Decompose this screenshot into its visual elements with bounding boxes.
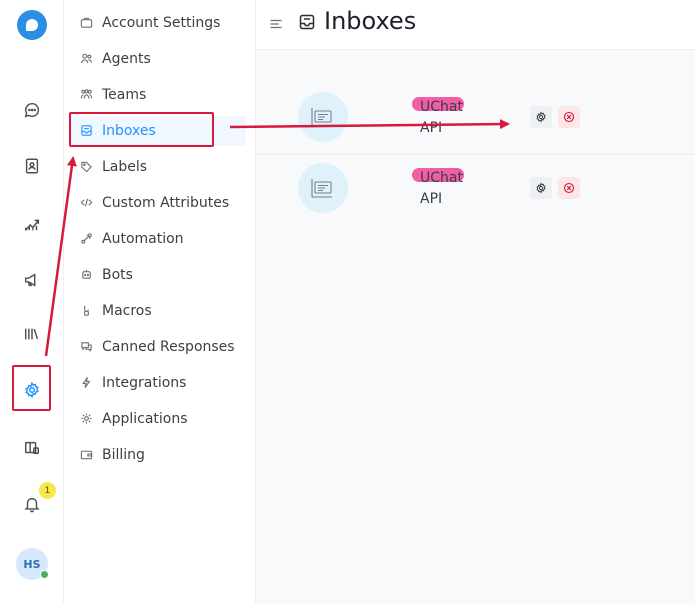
chat-bubbles-icon [80, 340, 94, 354]
library-icon[interactable] [14, 316, 50, 352]
team-icon [80, 88, 94, 102]
sidebar-item-label: Labels [102, 159, 148, 175]
table-row: UChat API [256, 154, 695, 224]
sidebar-item-integrations[interactable]: Integrations [80, 370, 186, 396]
code-icon [80, 196, 94, 210]
inbox-channel-type: API [420, 120, 443, 136]
sidebar-item-label: Automation [102, 231, 184, 247]
macro-icon [80, 304, 94, 318]
tag-icon [80, 160, 94, 174]
sidebar-item-account-settings[interactable]: Account Settings [80, 10, 220, 36]
sidebar-item-macros[interactable]: Macros [80, 298, 152, 324]
campaigns-icon[interactable] [14, 262, 50, 298]
sidebar-item-label: Canned Responses [102, 339, 235, 355]
sidebar-item-applications[interactable]: Applications [80, 406, 188, 432]
dashboard-apps-icon[interactable] [14, 430, 50, 466]
inbox-delete-button[interactable] [558, 177, 580, 199]
apps-icon [80, 412, 94, 426]
inbox-channel-type: API [420, 191, 443, 207]
contacts-icon[interactable] [14, 148, 50, 184]
inboxes-annotation-box [69, 112, 214, 147]
page-title: Inboxes [324, 7, 417, 35]
notification-count-badge: 1 [39, 482, 56, 499]
bot-icon [80, 268, 94, 282]
primary-nav-rail: 1 HS [0, 0, 64, 604]
flash-icon [80, 376, 94, 390]
inboxes-list: UChat API UChat API [256, 50, 695, 604]
sidebar-item-label: Integrations [102, 375, 187, 391]
inbox-title-icon [298, 13, 316, 31]
briefcase-icon [80, 16, 94, 30]
table-row: UChat API [256, 83, 695, 153]
sidebar-item-custom-attributes[interactable]: Custom Attributes [80, 190, 229, 216]
reports-icon[interactable] [14, 206, 50, 242]
sidebar-item-bots[interactable]: Bots [80, 262, 133, 288]
inbox-settings-button[interactable] [530, 177, 552, 199]
conversations-icon[interactable] [14, 92, 50, 128]
sidebar-item-label: Teams [102, 87, 147, 103]
wallet-icon [80, 448, 94, 462]
inbox-name: UChat [420, 170, 463, 186]
sidebar-item-label: Billing [102, 447, 145, 463]
inbox-name: UChat [420, 99, 463, 115]
sidebar-item-automation[interactable]: Automation [80, 226, 184, 252]
automation-icon [80, 232, 94, 246]
sidebar-item-label: Account Settings [102, 15, 221, 31]
sidebar-item-label: Custom Attributes [102, 195, 230, 211]
inbox-settings-button[interactable] [530, 106, 552, 128]
people-icon [80, 52, 94, 66]
inbox-avatar [298, 163, 348, 213]
inbox-delete-button[interactable] [558, 106, 580, 128]
sidebar-item-billing[interactable]: Billing [80, 442, 145, 468]
inbox-avatar [298, 92, 348, 142]
sidebar-item-label: Macros [102, 303, 152, 319]
settings-annotation-box [12, 365, 51, 411]
app-logo[interactable] [17, 10, 47, 40]
sidebar-item-label: Applications [102, 411, 188, 427]
menu-toggle-icon[interactable] [269, 16, 283, 30]
sidebar-item-labels[interactable]: Labels [80, 154, 147, 180]
sidebar-item-canned-responses[interactable]: Canned Responses [80, 334, 235, 360]
sidebar-item-label: Agents [102, 51, 151, 67]
page-header: Inboxes [256, 0, 695, 50]
settings-sidebar: Account Settings Agents Teams Inboxes La… [64, 0, 256, 604]
sidebar-item-label: Bots [102, 267, 133, 283]
sidebar-item-agents[interactable]: Agents [80, 46, 151, 72]
sidebar-item-teams[interactable]: Teams [80, 82, 146, 108]
online-status-dot [40, 570, 49, 579]
